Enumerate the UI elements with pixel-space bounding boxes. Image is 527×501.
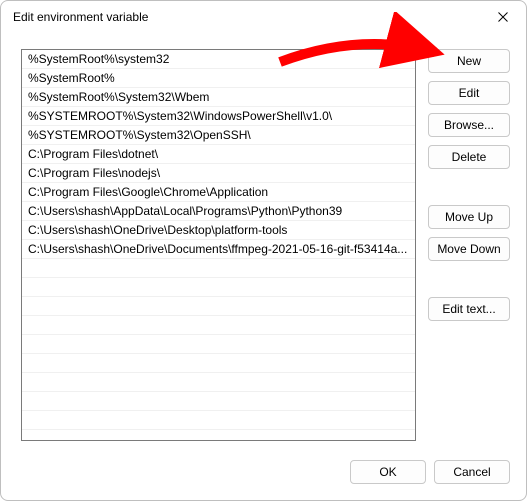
list-item[interactable]: %SYSTEMROOT%\System32\OpenSSH\ <box>22 126 415 145</box>
list-item[interactable]: C:\Program Files\Google\Chrome\Applicati… <box>22 183 415 202</box>
ok-button[interactable]: OK <box>350 460 426 484</box>
list-item[interactable]: . <box>22 259 415 278</box>
move-up-button[interactable]: Move Up <box>428 205 510 229</box>
list-item[interactable]: C:\Users\shash\OneDrive\Documents\ffmpeg… <box>22 240 415 259</box>
close-button[interactable] <box>480 1 526 33</box>
dialog-title: Edit environment variable <box>13 10 148 24</box>
spacer <box>428 269 510 289</box>
list-item[interactable]: C:\Program Files\nodejs\ <box>22 164 415 183</box>
list-item[interactable]: %SystemRoot%\system32 <box>22 50 415 69</box>
list-item[interactable]: . <box>22 278 415 297</box>
close-icon <box>498 12 508 22</box>
list-item[interactable]: C:\Users\shash\OneDrive\Desktop\platform… <box>22 221 415 240</box>
list-item[interactable]: %SystemRoot% <box>22 69 415 88</box>
move-down-button[interactable]: Move Down <box>428 237 510 261</box>
dialog-content: %SystemRoot%\system32%SystemRoot%%System… <box>1 33 526 460</box>
spacer <box>428 177 510 197</box>
list-item[interactable]: %SYSTEMROOT%\System32\WindowsPowerShell\… <box>22 107 415 126</box>
cancel-button[interactable]: Cancel <box>434 460 510 484</box>
list-item[interactable]: . <box>22 392 415 411</box>
new-button[interactable]: New <box>428 49 510 73</box>
list-item[interactable]: . <box>22 316 415 335</box>
edit-button[interactable]: Edit <box>428 81 510 105</box>
list-item[interactable]: . <box>22 297 415 316</box>
delete-button[interactable]: Delete <box>428 145 510 169</box>
list-item[interactable]: . <box>22 411 415 430</box>
path-listbox[interactable]: %SystemRoot%\system32%SystemRoot%%System… <box>21 49 416 441</box>
browse-button[interactable]: Browse... <box>428 113 510 137</box>
button-sidebar: New Edit Browse... Delete Move Up Move D… <box>428 49 510 450</box>
list-item[interactable]: . <box>22 373 415 392</box>
list-item[interactable]: %SystemRoot%\System32\Wbem <box>22 88 415 107</box>
list-item[interactable]: C:\Program Files\dotnet\ <box>22 145 415 164</box>
dialog-footer: OK Cancel <box>1 460 526 500</box>
edit-text-button[interactable]: Edit text... <box>428 297 510 321</box>
titlebar: Edit environment variable <box>1 1 526 33</box>
list-item[interactable]: . <box>22 354 415 373</box>
list-item[interactable]: C:\Users\shash\AppData\Local\Programs\Py… <box>22 202 415 221</box>
list-item[interactable]: . <box>22 335 415 354</box>
edit-env-variable-dialog: Edit environment variable %SystemRoot%\s… <box>0 0 527 501</box>
